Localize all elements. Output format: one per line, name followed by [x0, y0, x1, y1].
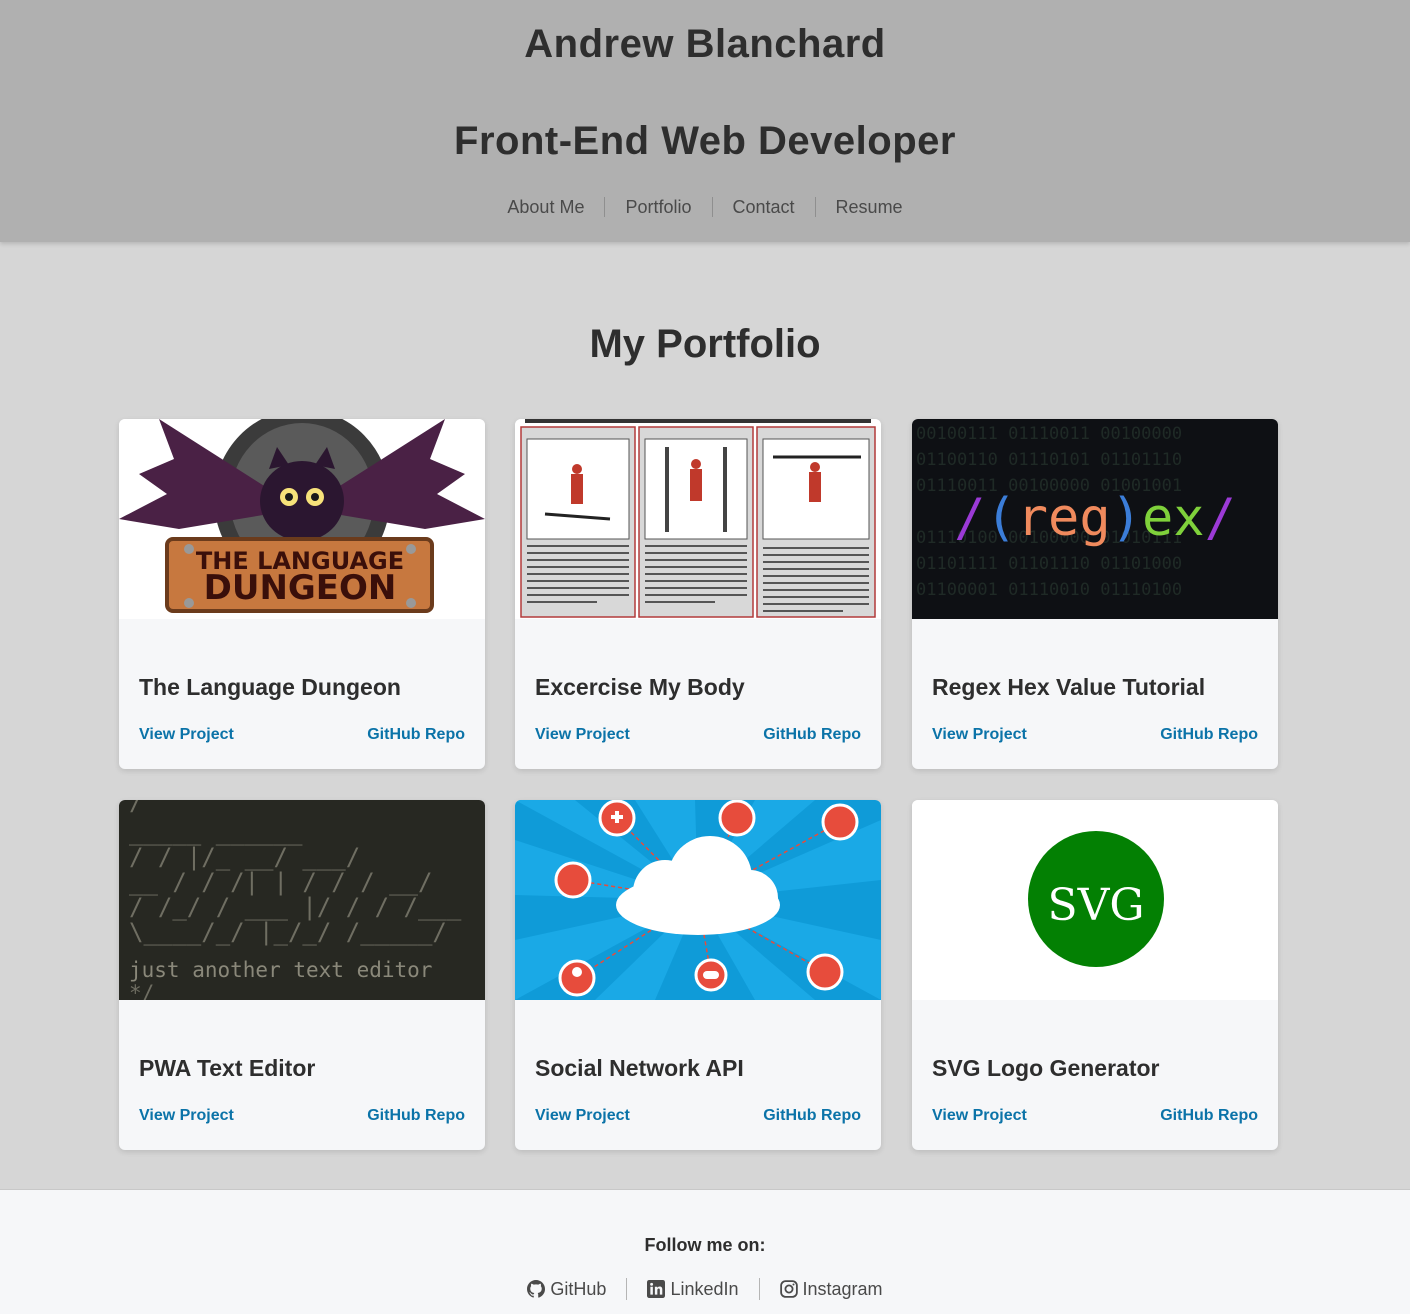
jate-tagline: just another text editor — [129, 958, 432, 982]
view-project-link[interactable]: View Project — [535, 1107, 630, 1125]
project-thumbnail[interactable] — [515, 419, 881, 619]
svg-text:__ / / /| | / / / __/: __ / / /| | / / / __/ — [129, 868, 432, 896]
exercise-panel — [520, 426, 636, 618]
view-project-link[interactable]: View Project — [932, 726, 1027, 744]
social-link-linkedin[interactable]: LinkedIn — [627, 1279, 758, 1300]
svg-text:\____/_/ |_/_/ /_____/: \____/_/ |_/_/ /_____/ — [129, 918, 447, 946]
github-repo-link[interactable]: GitHub Repo — [1160, 726, 1258, 744]
social-links: GitHub LinkedIn Instagram — [0, 1278, 1410, 1300]
project-title: The Language Dungeon — [139, 674, 401, 700]
site-header: Andrew Blanchard Front-End Web Developer… — [0, 0, 1410, 242]
regex-text: /(reg)ex/ — [954, 488, 1236, 548]
svg-text:*/: */ — [129, 981, 154, 1000]
portfolio-title: My Portfolio — [589, 322, 821, 366]
nav-portfolio[interactable]: Portfolio — [605, 196, 711, 218]
svg-text:/ /_/ / ___ |/ / / /___: / /_/ / ___ |/ / / /___ — [129, 893, 462, 921]
github-repo-link[interactable]: GitHub Repo — [1160, 1107, 1258, 1125]
github-icon — [527, 1280, 546, 1298]
project-title: Excercise My Body — [535, 674, 745, 700]
view-project-link[interactable]: View Project — [139, 726, 234, 744]
github-repo-link[interactable]: GitHub Repo — [367, 726, 465, 744]
site-role: Front-End Web Developer — [454, 119, 956, 163]
project-card-regex: 00100111 01110011 00100000 01100110 0111… — [912, 419, 1278, 769]
svg-text:01100001 01110010 01110100: 01100001 01110010 01110100 — [916, 580, 1182, 600]
site-name: Andrew Blanchard — [524, 22, 886, 66]
social-label: Instagram — [802, 1278, 883, 1299]
github-repo-link[interactable]: GitHub Repo — [763, 726, 861, 744]
project-thumbnail[interactable] — [515, 800, 881, 1000]
project-thumbnail[interactable]: / _____ ______ / / |/_ __/ ___/ __ / / /… — [119, 800, 485, 1000]
svg-text:01101111 01101110 01101000: 01101111 01101110 01101000 — [916, 554, 1182, 574]
main-nav: About Me Portfolio Contact Resume — [0, 196, 1410, 218]
bat-logo-image: THE LANGUAGE DUNGEON — [119, 419, 485, 619]
nav-contact[interactable]: Contact — [713, 196, 815, 218]
regex-banner-image: 00100111 01110011 00100000 01100110 0111… — [912, 419, 1278, 619]
project-title: SVG Logo Generator — [932, 1055, 1160, 1081]
svg-text:00100111 01110011 00100000: 00100111 01110011 00100000 — [916, 424, 1182, 444]
jate-banner-image: / _____ ______ / / |/_ __/ ___/ __ / / /… — [119, 800, 485, 1000]
social-label: LinkedIn — [670, 1278, 739, 1299]
project-card-social-network-api: Social Network API View Project GitHub R… — [515, 800, 881, 1150]
social-link-instagram[interactable]: Instagram — [760, 1279, 903, 1300]
social-label: GitHub — [550, 1278, 607, 1299]
site-footer: Follow me on: GitHub LinkedIn Instagram — [0, 1189, 1410, 1314]
linkedin-icon — [647, 1280, 666, 1298]
project-card-language-dungeon: THE LANGUAGE DUNGEON The Language Dungeo… — [119, 419, 485, 769]
github-repo-link[interactable]: GitHub Repo — [367, 1107, 465, 1125]
svg-text:01100110 01110101 01101110: 01100110 01110101 01101110 — [916, 450, 1182, 470]
view-project-link[interactable]: View Project — [535, 726, 630, 744]
view-project-link[interactable]: View Project — [932, 1107, 1027, 1125]
follow-label: Follow me on: — [644, 1235, 766, 1255]
view-project-link[interactable]: View Project — [139, 1107, 234, 1125]
svg-logo-text: SVG — [1047, 880, 1144, 931]
nav-resume[interactable]: Resume — [816, 196, 923, 218]
cloud-network-image — [515, 800, 881, 1000]
svg-text:/: / — [129, 800, 143, 816]
project-card-svg-logo-generator: SVG SVG Logo Generator View Project GitH… — [912, 800, 1278, 1150]
nav-about-me[interactable]: About Me — [487, 196, 604, 218]
social-link-github[interactable]: GitHub — [507, 1279, 626, 1300]
exercise-screenshot-image — [515, 419, 881, 619]
project-title: Social Network API — [535, 1055, 744, 1081]
project-title: PWA Text Editor — [139, 1055, 316, 1081]
github-repo-link[interactable]: GitHub Repo — [763, 1107, 861, 1125]
dungeon-text-bottom: DUNGEON — [204, 568, 397, 608]
project-card-pwa-text-editor: / _____ ______ / / |/_ __/ ___/ __ / / /… — [119, 800, 485, 1150]
project-thumbnail[interactable]: SVG — [912, 800, 1278, 1000]
svg-text:_____ ______: _____ ______ — [129, 818, 303, 846]
project-title: Regex Hex Value Tutorial — [932, 674, 1206, 700]
project-thumbnail[interactable]: THE LANGUAGE DUNGEON — [119, 419, 485, 619]
project-thumbnail[interactable]: 00100111 01110011 00100000 01100110 0111… — [912, 419, 1278, 619]
project-card-excercise-my-body: Excercise My Body View Project GitHub Re… — [515, 419, 881, 769]
svg-logo-image: SVG — [912, 800, 1278, 1000]
svg-text:/ / |/_ __/ ___/: / / |/_ __/ ___/ — [129, 843, 360, 871]
instagram-icon — [779, 1280, 798, 1298]
